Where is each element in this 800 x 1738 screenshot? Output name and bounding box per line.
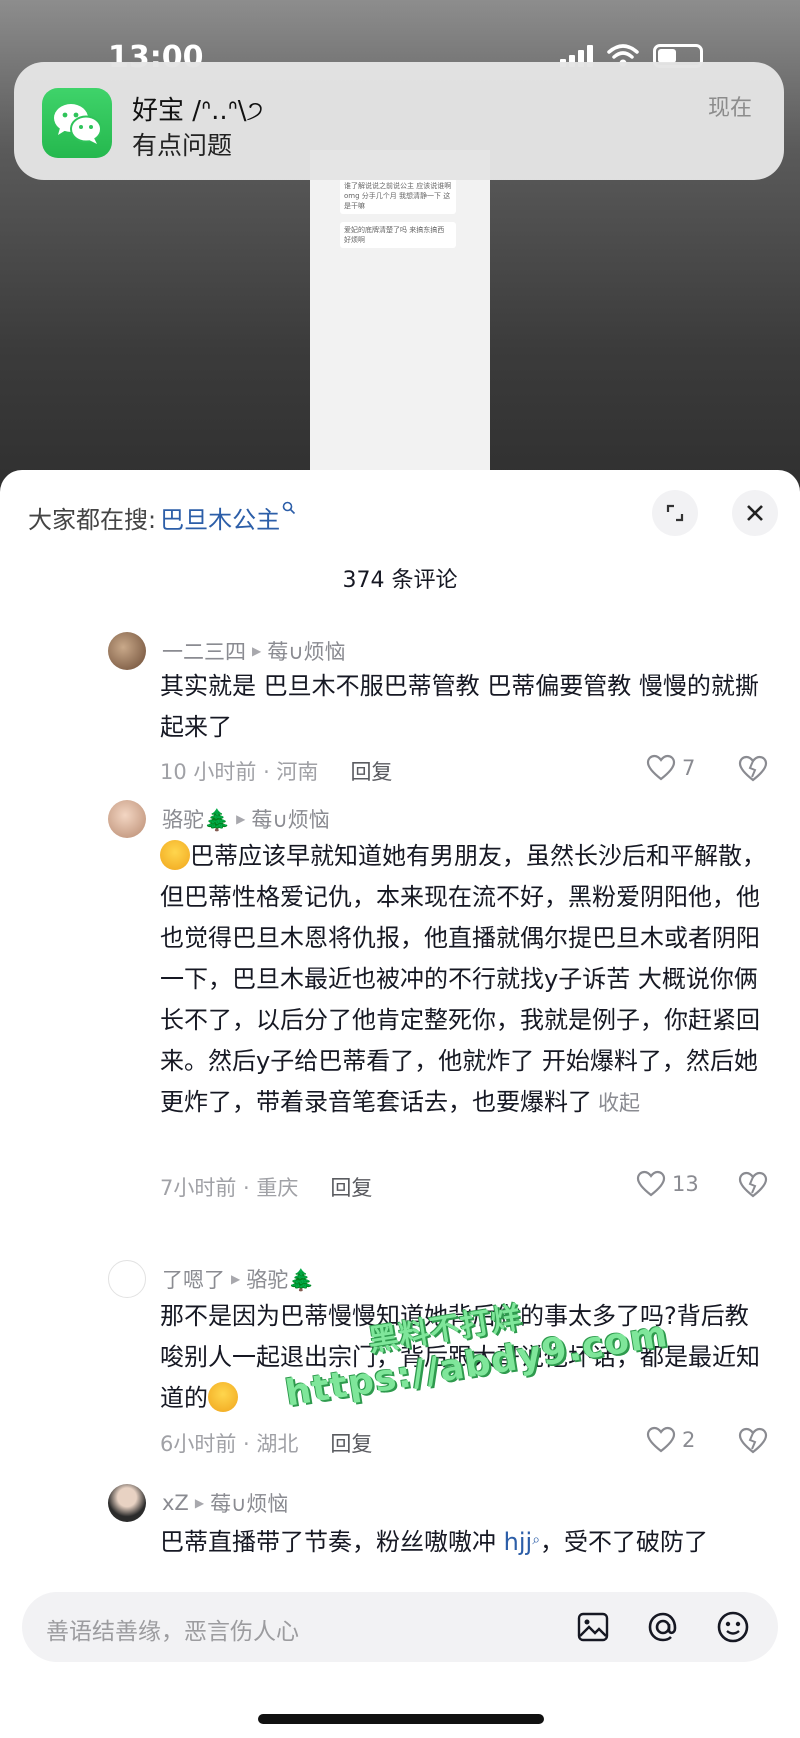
comment-author-line: 骆驼🌲 ▶ 莓∪烦恼 — [162, 804, 330, 834]
expand-icon — [666, 504, 684, 522]
comment-author-line: xZ ▶ 莓∪烦恼 — [162, 1488, 288, 1518]
dislike-icon[interactable] — [738, 755, 768, 783]
comment-meta: 10 小时前 · 河南 回复 — [160, 756, 392, 786]
heart-icon — [636, 1170, 666, 1197]
notification-body: 有点问题 — [132, 131, 233, 160]
like-button[interactable]: 13 — [636, 1170, 699, 1198]
like-count: 2 — [682, 1428, 696, 1452]
comment-author-line: 一二三四 ▶ 莓∪烦恼 — [162, 636, 346, 666]
comment-reply-to[interactable]: 莓∪烦恼 — [210, 1488, 288, 1518]
search-icon: ⌕ — [532, 1532, 541, 1548]
dislike-icon[interactable] — [738, 1427, 768, 1455]
trending-search[interactable]: 大家都在搜: 巴旦木公主 — [28, 500, 296, 535]
comment-time-location: 10 小时前 · 河南 — [160, 760, 319, 784]
trending-search-keyword[interactable]: 巴旦木公主 — [160, 500, 280, 535]
close-icon — [747, 505, 763, 521]
comment-author[interactable]: 骆驼🌲 — [162, 804, 230, 834]
emoji-icon — [208, 1382, 238, 1412]
home-indicator[interactable] — [258, 1714, 544, 1724]
avatar[interactable] — [108, 800, 146, 838]
dislike-icon[interactable] — [738, 1171, 768, 1199]
comment-reply-to[interactable]: 莓∪烦恼 — [251, 804, 329, 834]
search-icon — [282, 500, 296, 519]
trending-search-label: 大家都在搜: — [28, 506, 157, 534]
like-count: 7 — [682, 756, 696, 780]
like-button[interactable]: 2 — [646, 1426, 695, 1454]
comment-text: 巴蒂直播带了节奏，粉丝嗷嗷冲 hjj⌕，受不了破防了 — [160, 1520, 772, 1563]
reply-arrow-icon: ▶ — [231, 1272, 241, 1286]
reply-button[interactable]: 回复 — [330, 1428, 372, 1458]
comment-text: 其实就是 巴旦木不服巴蒂管教 巴蒂偏要管教 慢慢的就撕起来了 — [160, 672, 759, 741]
comment-input[interactable]: 善语结善缘，恶言伤人心 — [46, 1612, 299, 1646]
comment-meta: 7小时前 · 重庆 回复 — [160, 1172, 372, 1202]
hashtag-link[interactable]: hjj — [504, 1528, 533, 1556]
avatar[interactable] — [108, 1484, 146, 1522]
comment-input-bar[interactable]: 善语结善缘，恶言伤人心 — [22, 1592, 778, 1662]
like-count: 13 — [672, 1172, 699, 1196]
crying-laughing-emoji-icon — [160, 840, 190, 870]
collapse-button[interactable]: 收起 — [598, 1091, 640, 1115]
comment-time-location: 6小时前 · 湖北 — [160, 1432, 299, 1456]
heart-icon — [646, 754, 676, 781]
notification-title: 好宝 /ᐢ..ᐢ\੭ — [132, 96, 264, 126]
comment-sheet: 大家都在搜: 巴旦木公主 374 条评论 一二三四 ▶ 莓∪烦恼 其实就是 巴旦… — [0, 470, 800, 1738]
comment-reply-to[interactable]: 莓∪烦恼 — [267, 636, 345, 666]
expand-button[interactable] — [652, 490, 698, 536]
notification-banner[interactable]: 好宝 /ᐢ..ᐢ\੭ 有点问题 现在 — [14, 62, 784, 180]
emoji-icon[interactable] — [710, 1604, 756, 1650]
comment-text-body: ，受不了破防了 — [540, 1528, 709, 1556]
avatar[interactable] — [108, 1260, 146, 1298]
reply-button[interactable]: 回复 — [350, 756, 392, 786]
comment-author-line: 了嗯了 ▶ 骆驼🌲 — [162, 1264, 314, 1294]
reply-arrow-icon: ▶ — [252, 644, 262, 658]
comment-meta: 6小时前 · 湖北 回复 — [160, 1428, 372, 1458]
comment-author[interactable]: xZ — [162, 1491, 189, 1515]
comment-author[interactable]: 一二三四 — [162, 636, 246, 666]
comment-time-location: 7小时前 · 重庆 — [160, 1176, 299, 1200]
heart-icon — [646, 1426, 676, 1453]
wechat-icon — [42, 88, 112, 158]
reply-arrow-icon: ▶ — [194, 1496, 205, 1510]
comment-author[interactable]: 了嗯了 — [162, 1264, 225, 1294]
comment-text: 巴蒂应该早就知道她有男朋友，虽然长沙后和平解散，但巴蒂性格爱记仇，本来现在流不好… — [160, 836, 772, 1124]
comment-text-body: 巴蒂应该早就知道她有男朋友，虽然长沙后和平解散，但巴蒂性格爱记仇，本来现在流不好… — [160, 842, 766, 1116]
avatar[interactable] — [108, 632, 146, 670]
comment-reply-to[interactable]: 骆驼🌲 — [246, 1264, 314, 1294]
reply-arrow-icon: ▶ — [236, 812, 246, 826]
reply-button[interactable]: 回复 — [330, 1172, 372, 1202]
comment-text-body: 巴蒂直播带了节奏，粉丝嗷嗷冲 — [160, 1528, 504, 1556]
video-chat-bubble: 谁了解说说之前说公主 应该说谁啊 omg 分手几个月 我想清静一下 这是干嘛 — [340, 178, 456, 214]
image-icon[interactable] — [570, 1604, 616, 1650]
like-button[interactable]: 7 — [646, 754, 695, 782]
mention-icon[interactable] — [640, 1604, 686, 1650]
notification-time: 现在 — [707, 96, 752, 121]
close-button[interactable] — [732, 490, 778, 536]
video-chat-bubble: 爱妃的底牌清楚了吗 来搞东搞西 好烦啊 — [340, 222, 456, 248]
comment-count: 374 条评论 — [342, 568, 458, 593]
